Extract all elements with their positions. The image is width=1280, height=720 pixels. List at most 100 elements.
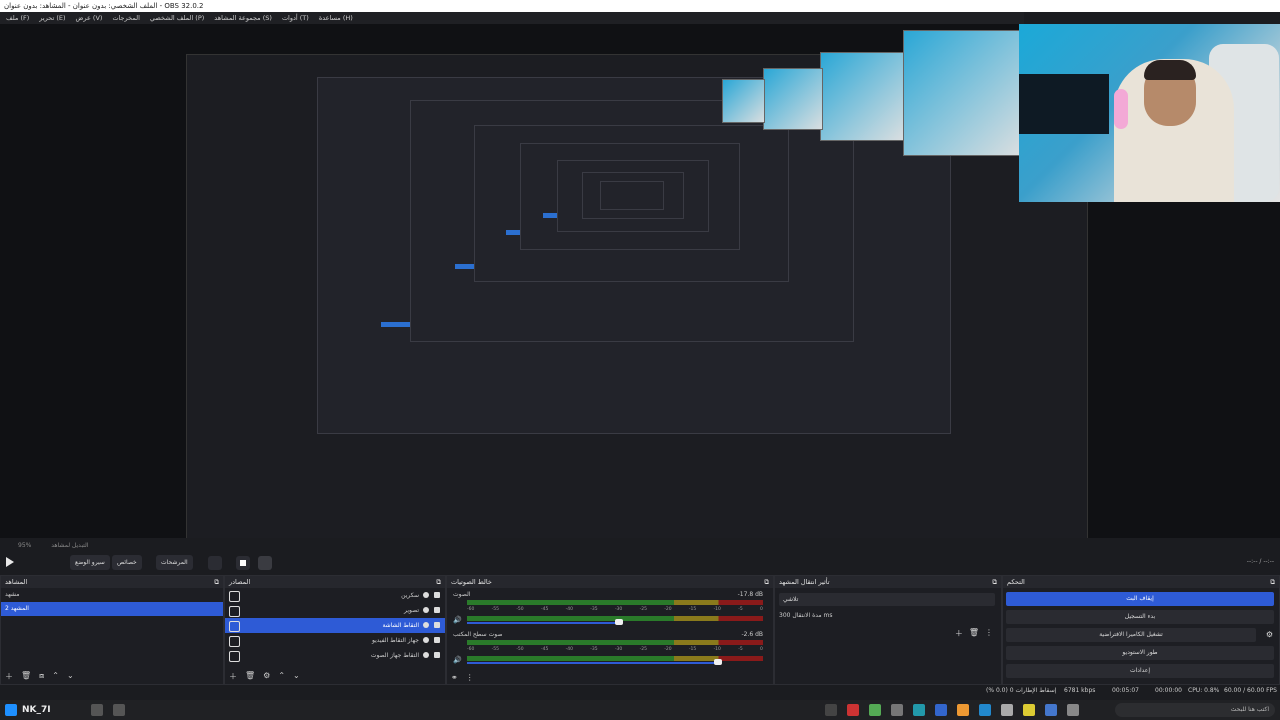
preview-area[interactable]: [0, 24, 1280, 538]
webcam-echo-4: [722, 79, 765, 123]
filter-icon[interactable]: ⧈: [39, 671, 44, 682]
virtual-camera-button[interactable]: تشغيل الكاميرا الافتراضية: [1006, 628, 1256, 642]
app-icon[interactable]: [112, 704, 125, 716]
controls-dock: التحكم ⧉ إيقاف البث بدء التسجيل تشغيل الك…: [1002, 575, 1280, 685]
chrome-icon[interactable]: [957, 704, 969, 716]
obs-icon[interactable]: [847, 704, 859, 716]
channel-2-volume-slider[interactable]: [467, 662, 717, 664]
window-titlebar: الملف الشخصي: بدون عنوان - المشاهد: بدون…: [0, 0, 1280, 12]
gear-icon[interactable]: ⚙: [263, 671, 270, 682]
fps: 60.00 / 60.00 FPS: [1224, 687, 1277, 694]
search-input[interactable]: اكتب هنا للبحث: [1115, 703, 1275, 717]
app-icon[interactable]: [869, 704, 881, 716]
source-item-4[interactable]: جهاز التقاط الفيديو: [225, 633, 445, 648]
menu-scene-collection[interactable]: مجموعة المشاهد (S): [212, 12, 274, 24]
trash-icon[interactable]: 🗑: [21, 671, 31, 682]
windows-icon[interactable]: [5, 704, 17, 716]
app-icon[interactable]: [825, 704, 837, 716]
source-item-1[interactable]: سكرين: [225, 588, 445, 603]
trash-icon[interactable]: 🗑: [245, 671, 255, 682]
transition-toolbar: ＋ 🗑 ⋮: [955, 628, 993, 639]
refresh-icon[interactable]: [208, 556, 222, 570]
speaker-icon[interactable]: 🔊: [453, 656, 462, 664]
webcam-feed: [1019, 24, 1280, 202]
channel-1-name: الصوت: [453, 591, 471, 598]
sources-dock-header: المصادر ⧉: [225, 576, 445, 588]
scene-item-2[interactable]: المشهد 2: [1, 602, 223, 616]
app-icon[interactable]: [1045, 704, 1057, 716]
filters-button[interactable]: المرشحات: [156, 555, 193, 570]
eye-icon: [423, 607, 429, 613]
steam-icon[interactable]: [891, 704, 903, 716]
scenes-dock-header: المشاهد ⧉: [1, 576, 223, 588]
stop-streaming-button[interactable]: إيقاف البث: [1006, 592, 1274, 606]
app-icon[interactable]: [90, 704, 103, 716]
scene-toggle-label[interactable]: التبديل لمشاهد: [51, 542, 88, 549]
scenes-dock: المشاهد ⧉ مشهد المشهد 2 ＋ 🗑 ⧈ ⌃ ⌄: [0, 575, 224, 685]
zoom-level[interactable]: 95%: [18, 542, 31, 549]
transitions-dock: تأثير انتقال المشهد ⧉ تلاشي مدة الانتقال …: [774, 575, 1002, 685]
menu-outputs[interactable]: المخرجات: [110, 12, 141, 24]
play-icon[interactable]: [6, 557, 14, 567]
down-icon[interactable]: ⌄: [293, 671, 300, 682]
menu-help[interactable]: مساعدة (H): [317, 12, 355, 24]
channel-1-volume-slider[interactable]: [467, 622, 617, 624]
properties-button[interactable]: خصائص: [112, 555, 142, 570]
app-icon[interactable]: [1067, 704, 1079, 716]
speaker-icon: [229, 651, 240, 662]
window-title: الملف الشخصي: بدون عنوان - المشاهد: بدون…: [4, 2, 204, 10]
channel-1-meter: [467, 600, 763, 605]
monitor-shape: [1019, 74, 1109, 134]
menu-file[interactable]: ملف (F): [4, 12, 31, 24]
start-recording-button[interactable]: بدء التسجيل: [1006, 610, 1274, 624]
channel-2-volume-knob[interactable]: [714, 659, 722, 665]
settings-button[interactable]: إعدادات: [1006, 664, 1274, 678]
channel-1-volume-knob[interactable]: [615, 619, 623, 625]
telegram-icon[interactable]: [913, 704, 925, 716]
studio-mode-button[interactable]: طور الاستوديو: [1006, 646, 1274, 660]
add-icon[interactable]: ＋: [229, 671, 237, 682]
menu-view[interactable]: عرض (V): [74, 12, 105, 24]
transition-select[interactable]: تلاشي: [779, 593, 995, 606]
edge-icon[interactable]: [979, 704, 991, 716]
menu-icon[interactable]: ⋮: [985, 628, 993, 639]
camera-icon: [229, 606, 240, 617]
up-icon[interactable]: ⌃: [52, 671, 59, 682]
source-item-5[interactable]: التقاط جهاز الصوت: [225, 648, 445, 663]
lock-icon: [434, 622, 440, 628]
stop-icon[interactable]: [236, 556, 250, 570]
time-display: --:-- / --:--: [1246, 558, 1274, 565]
stream-time: 00:05:07: [1112, 687, 1139, 694]
scene-item-1[interactable]: مشهد: [1, 588, 223, 602]
hair-shape: [1144, 60, 1196, 80]
add-icon[interactable]: ＋: [955, 628, 963, 639]
folder-icon[interactable]: [1023, 704, 1035, 716]
app-icon[interactable]: [935, 704, 947, 716]
add-icon[interactable]: ＋: [5, 671, 13, 682]
menu-tools[interactable]: أدوات (T): [280, 12, 311, 24]
up-icon[interactable]: ⌃: [278, 671, 285, 682]
sources-dock: المصادر ⧉ سكرين تصوير التقاط الشاشة جهاز …: [224, 575, 446, 685]
controls-title: التحكم: [1007, 578, 1025, 586]
lock-icon: [434, 592, 440, 598]
gear-icon[interactable]: ⚙: [1266, 630, 1273, 639]
more-icon[interactable]: [258, 556, 272, 570]
microphone-shape: [1114, 89, 1128, 129]
duration-label: مدة الانتقال: [792, 612, 822, 619]
channel-1-ticks: -60 -55 -50 -45 -40 -35 -30 -25 -20 -15 -10 -5 0: [467, 607, 763, 612]
eye-icon: [423, 652, 429, 658]
studio-mode-button[interactable]: سيرو الوضع: [70, 555, 110, 570]
channel-2-db: -2.6 dB: [741, 631, 763, 638]
menu-icon[interactable]: ⋮: [466, 673, 474, 682]
menu-profile[interactable]: الملف الشخصي (P): [148, 12, 206, 24]
speaker-icon[interactable]: 🔊: [453, 616, 462, 624]
source-item-2[interactable]: تصوير: [225, 603, 445, 618]
down-icon[interactable]: ⌄: [67, 671, 74, 682]
source-item-3[interactable]: التقاط الشاشة: [225, 618, 445, 633]
taskbar-user: NK_7I: [22, 705, 51, 715]
menu-edit[interactable]: تحرير (E): [37, 12, 67, 24]
app-icon[interactable]: [1001, 704, 1013, 716]
link-icon[interactable]: ⚭: [451, 673, 458, 682]
trash-icon[interactable]: 🗑: [969, 628, 979, 639]
controls-dock-header: التحكم ⧉: [1003, 576, 1279, 588]
